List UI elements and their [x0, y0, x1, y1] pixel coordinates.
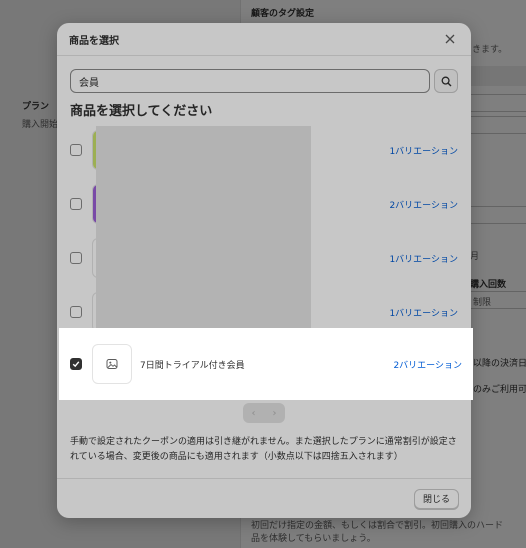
modal-dim-layer: [0, 0, 526, 548]
product-row-highlighted[interactable]: 7日間トライアル付き会員 2バリエーション: [59, 328, 473, 400]
checkmark-icon: [72, 361, 80, 368]
product-name: 7日間トライアル付き会員: [140, 360, 245, 371]
product-thumbnail: [92, 344, 132, 384]
variant-count-link[interactable]: 2バリエーション: [393, 358, 462, 371]
product-checkbox-checked[interactable]: [70, 358, 82, 370]
image-placeholder-icon: [106, 359, 118, 369]
